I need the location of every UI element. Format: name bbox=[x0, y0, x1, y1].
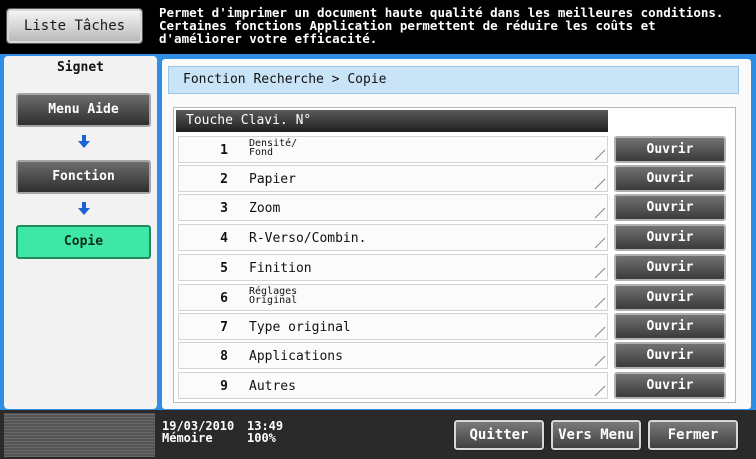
corner-mark-icon bbox=[594, 355, 606, 367]
item-label: Papier bbox=[249, 172, 296, 187]
item-number: 8 bbox=[220, 349, 228, 364]
corner-mark-icon bbox=[594, 326, 606, 338]
list-item[interactable]: 7 Type original bbox=[178, 313, 608, 340]
corner-mark-icon bbox=[594, 237, 606, 249]
open-button[interactable]: Ouvrir bbox=[614, 372, 726, 399]
open-button[interactable]: Ouvrir bbox=[614, 342, 726, 369]
open-button[interactable]: Ouvrir bbox=[614, 313, 726, 340]
list-item[interactable]: 3 Zoom bbox=[178, 194, 608, 221]
footer-left-panel bbox=[4, 413, 155, 457]
list-item[interactable]: 6 Réglages Original bbox=[178, 284, 608, 311]
arrow-down-icon bbox=[78, 202, 90, 215]
list-item[interactable]: 1 Densité/ Fond bbox=[178, 136, 608, 163]
list-item[interactable]: 9 Autres bbox=[178, 372, 608, 399]
corner-mark-icon bbox=[594, 297, 606, 309]
item-label: R-Verso/Combin. bbox=[249, 231, 367, 246]
item-number: 2 bbox=[220, 172, 228, 187]
corner-mark-icon bbox=[594, 178, 606, 190]
item-label: Finition bbox=[249, 261, 312, 276]
close-button[interactable]: Fermer bbox=[647, 419, 739, 451]
status-memory-label: Mémoire bbox=[162, 431, 213, 445]
quit-button[interactable]: Quitter bbox=[453, 419, 545, 451]
corner-mark-icon bbox=[594, 207, 606, 219]
open-button[interactable]: Ouvrir bbox=[614, 254, 726, 281]
corner-mark-icon bbox=[594, 385, 606, 397]
item-label: Densité/ Fond bbox=[249, 138, 298, 158]
item-number: 1 bbox=[220, 143, 228, 158]
item-number: 5 bbox=[220, 261, 228, 276]
corner-mark-icon bbox=[594, 267, 606, 279]
item-number: 7 bbox=[220, 320, 228, 335]
open-button[interactable]: Ouvrir bbox=[614, 165, 726, 192]
open-button[interactable]: Ouvrir bbox=[614, 284, 726, 311]
open-button[interactable]: Ouvrir bbox=[614, 194, 726, 221]
list-item[interactable]: 5 Finition bbox=[178, 254, 608, 281]
list-item[interactable]: 4 R-Verso/Combin. bbox=[178, 224, 608, 251]
item-label: Type original bbox=[249, 320, 351, 335]
task-list-button[interactable]: Liste Tâches bbox=[6, 8, 143, 44]
bookmark-function-button[interactable]: Fonction bbox=[16, 160, 151, 194]
bookmark-help-menu-button[interactable]: Menu Aide bbox=[16, 93, 151, 127]
item-number: 4 bbox=[220, 231, 228, 246]
list-item[interactable]: 2 Papier bbox=[178, 165, 608, 192]
item-number: 9 bbox=[220, 379, 228, 394]
header-message: Permet d'imprimer un document haute qual… bbox=[159, 5, 724, 46]
main-menu-button[interactable]: Vers Menu bbox=[550, 419, 642, 451]
bookmark-title: Signet bbox=[57, 60, 104, 75]
list-item[interactable]: 8 Applications bbox=[178, 342, 608, 369]
item-number: 6 bbox=[220, 291, 228, 306]
item-label: Zoom bbox=[249, 201, 281, 216]
item-label: Applications bbox=[249, 349, 343, 364]
status-memory-value: 100% bbox=[247, 431, 276, 445]
arrow-down-icon bbox=[78, 135, 90, 148]
open-button[interactable]: Ouvrir bbox=[614, 224, 726, 251]
corner-mark-icon bbox=[594, 149, 606, 161]
item-number: 3 bbox=[220, 201, 228, 216]
item-label: Autres bbox=[249, 379, 296, 394]
breadcrumb: Fonction Recherche > Copie bbox=[168, 66, 739, 94]
open-button[interactable]: Ouvrir bbox=[614, 136, 726, 163]
item-label: Réglages Original bbox=[249, 286, 298, 306]
bookmark-copy-button[interactable]: Copie bbox=[16, 225, 151, 259]
list-header: Touche Clavi. N° bbox=[176, 110, 608, 132]
